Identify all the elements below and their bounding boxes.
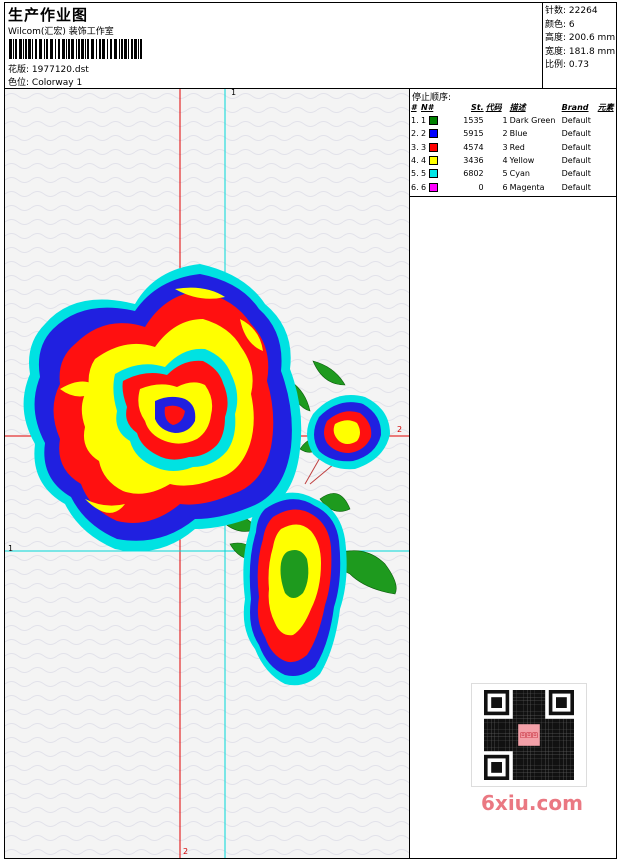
row-needle: 1 <box>420 114 439 127</box>
table-row: 2. 2 5915 2 Blue Default <box>410 127 616 140</box>
row-description: Blue <box>509 129 528 139</box>
row-stitches: 0 <box>478 182 484 192</box>
sheet-header: 生产作业图 Wilcom(汇宏) 装饰工作室 花版: 1977120.dst 色… <box>5 3 616 89</box>
qr-code-icon: 回回回 <box>484 690 574 780</box>
design-file-line: 花版: 1977120.dst <box>8 62 89 75</box>
row-element <box>597 114 616 127</box>
row-element <box>597 127 616 140</box>
row-needle: 6 <box>420 180 439 193</box>
production-sheet: 生产作业图 Wilcom(汇宏) 装饰工作室 花版: 1977120.dst 色… <box>4 2 617 859</box>
row-index: 6. <box>411 182 419 192</box>
row-stitches: 6802 <box>463 169 484 179</box>
row-stitches: 4574 <box>463 142 484 152</box>
row-stitches: 5915 <box>463 129 484 139</box>
stop-sequence-block: 停止顺序: # N# St. 代码 描述 Brand 元素 1. 1 1535 1 D… <box>410 89 616 197</box>
row-index: 2. <box>411 129 419 139</box>
row-description: Cyan <box>509 169 530 179</box>
row-index: 4. <box>411 156 419 166</box>
row-stitches: 3436 <box>463 156 484 166</box>
colorway-value: Colorway 1 <box>31 78 83 88</box>
col-code: 代码 <box>485 103 502 112</box>
stop-sequence-title: 停止顺序: <box>412 93 452 103</box>
table-row: 6. 6 0 6 Magenta Default <box>410 180 616 193</box>
row-needle: 3 <box>420 141 439 154</box>
studio-subtitle: Wilcom(汇宏) 装饰工作室 <box>8 27 114 37</box>
color-swatch <box>428 156 438 166</box>
row-stitches: 1535 <box>463 116 484 126</box>
axis-label-top: 1 <box>231 89 237 97</box>
stop-sequence-table: # N# St. 代码 描述 Brand 元素 1. 1 1535 1 Dark Gr… <box>410 101 616 194</box>
colorway-line: 色位: Colorway 1 <box>8 75 82 88</box>
stat-height: 高度: 200.6 mm <box>545 33 616 43</box>
row-code: 5 <box>502 169 508 179</box>
axis-label-left: 1 <box>8 544 14 553</box>
stat-colors: 颜色: 6 <box>545 19 575 30</box>
embroidery-preview <box>5 89 409 858</box>
axis-label-bottom: 2 <box>183 847 189 856</box>
row-brand: Default <box>561 116 591 126</box>
col-description: 描述 <box>509 103 526 112</box>
color-swatch <box>428 142 438 152</box>
row-brand: Default <box>561 129 591 139</box>
row-description: Magenta <box>509 182 545 192</box>
svg-text:回回回: 回回回 <box>520 733 538 740</box>
row-brand: Default <box>561 182 591 192</box>
row-element <box>597 180 616 193</box>
row-code: 6 <box>502 182 508 192</box>
colorway-label: 色位: <box>8 78 30 88</box>
row-index: 5. <box>411 169 419 179</box>
design-preview-canvas: 1 2 1 2 <box>5 89 410 858</box>
row-description: Red <box>509 142 525 152</box>
row-code: 4 <box>502 156 508 166</box>
color-swatch <box>428 129 438 139</box>
barcode-icon <box>9 39 142 59</box>
color-swatch <box>428 116 438 126</box>
stat-width: 宽度: 181.8 mm <box>545 46 616 57</box>
row-needle: 4 <box>420 154 439 167</box>
row-brand: Default <box>561 156 591 166</box>
col-element: 元素 <box>597 103 614 112</box>
table-row: 5. 5 6802 5 Cyan Default <box>410 167 616 180</box>
row-code: 3 <box>502 142 508 152</box>
row-description: Dark Green <box>509 116 556 126</box>
row-element <box>597 167 616 180</box>
color-swatch <box>428 169 438 179</box>
qr-code: 回回回 <box>471 683 587 787</box>
row-description: Yellow <box>509 156 535 166</box>
row-index: 1. <box>411 116 419 126</box>
row-code: 2 <box>502 129 508 139</box>
row-code: 1 <box>502 116 508 126</box>
page-title: 生产作业图 <box>8 6 89 24</box>
design-label: 花版: <box>8 65 30 75</box>
col-brand: Brand <box>561 103 589 112</box>
stats-panel: 针数: 22264 颜色: 6 高度: 200.6 mm 宽度: 181.8 m… <box>542 3 616 89</box>
row-needle: 2 <box>420 127 439 140</box>
table-row: 1. 1 1535 1 Dark Green Default <box>410 114 616 127</box>
table-row: 3. 3 4574 3 Red Default <box>410 141 616 154</box>
row-index: 3. <box>411 142 419 152</box>
stat-scale: 比例: 0.73 <box>545 60 589 70</box>
table-row: 4. 4 3436 4 Yellow Default <box>410 154 616 167</box>
row-brand: Default <box>561 169 591 179</box>
row-brand: Default <box>561 142 591 152</box>
row-needle: 5 <box>420 167 439 180</box>
axis-label-right: 2 <box>397 425 403 434</box>
design-value: 1977120.dst <box>31 65 89 75</box>
row-element <box>597 141 616 154</box>
row-element <box>597 154 616 167</box>
color-swatch <box>428 182 438 192</box>
stat-stitches: 针数: 22264 <box>545 6 598 16</box>
watermark: 6xiu.com <box>481 791 583 815</box>
